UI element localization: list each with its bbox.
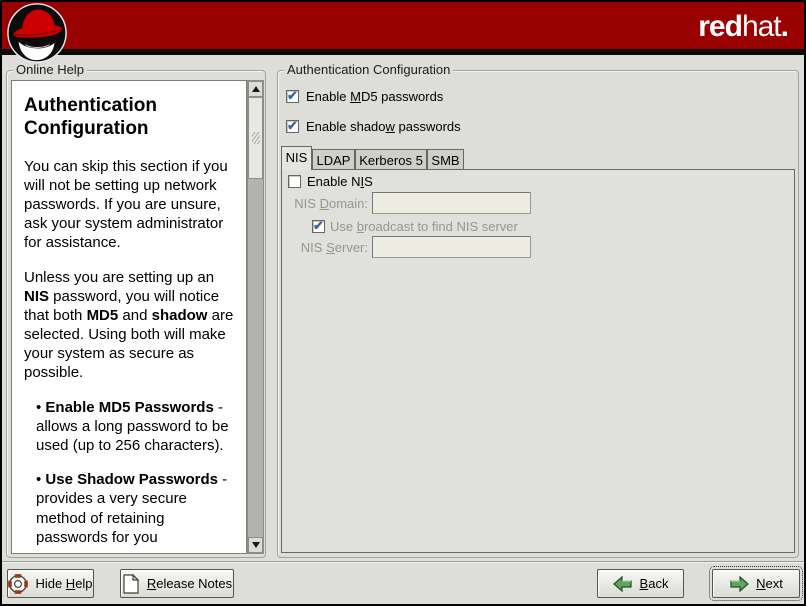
tab-ldap[interactable]: LDAP [312,149,355,170]
life-preserver-icon [8,574,28,594]
nis-domain-label: NIS Domain: [292,196,368,211]
wordmark-red: red [698,10,742,43]
online-help-frame-label: Online Help [13,62,87,77]
brand-header-bar [2,2,804,49]
help-content: Authentication Configuration You can ski… [12,81,246,554]
scrollbar-thumb[interactable] [248,97,263,179]
help-bullet-shadow: • Use Shadow Passwords - provides a very… [36,470,234,547]
help-bullet-md5: • Enable MD5 Passwords - allows a long p… [36,398,234,456]
redhat-wordmark: redhat. [698,10,788,44]
scroll-down-button[interactable] [248,537,263,553]
online-help-frame: Online Help Authentication Configuration… [6,70,266,558]
nis-tab-panel: Enable NIS NIS Domain: Use broadcast to … [281,169,795,553]
scroll-up-arrow-icon [252,86,260,92]
header-divider [2,49,804,55]
wordmark-hat: hat [742,10,781,43]
nis-domain-input[interactable] [372,192,531,214]
hide-help-button[interactable]: Hide Help [7,569,94,598]
help-paragraph: Unless you are setting up an NIS passwor… [24,268,234,383]
back-arrow-icon [613,576,633,592]
enable-shadow-label[interactable]: Enable shadow passwords [306,119,461,134]
release-notes-button[interactable]: Release Notes [120,569,234,598]
enable-shadow-checkbox[interactable] [286,120,299,133]
enable-nis-label[interactable]: Enable NIS [307,174,373,189]
hide-help-label: Hide Help [35,576,92,591]
use-broadcast-label[interactable]: Use broadcast to find NIS server [330,219,518,234]
scroll-up-button[interactable] [248,81,263,97]
next-label: Next [756,576,783,591]
enable-md5-label[interactable]: Enable MD5 passwords [306,89,443,104]
redhat-shadowman-logo-icon [6,2,68,64]
next-button[interactable]: Next [712,569,800,598]
next-arrow-icon [729,576,749,592]
help-scrollbar[interactable] [247,80,264,554]
scroll-down-arrow-icon [252,542,260,548]
enable-md5-checkbox[interactable] [286,90,299,103]
back-label: Back [640,576,669,591]
help-paragraph: You can skip this section if you will no… [24,157,234,253]
authentication-configuration-frame: Authentication Configuration Enable MD5 … [277,70,799,558]
installer-window: redhat. Online Help Authentication Confi… [0,0,806,606]
back-button[interactable]: Back [597,569,684,598]
enable-nis-checkbox[interactable] [288,175,301,188]
help-title: Authentication Configuration [24,95,234,141]
footer-separator [2,561,804,563]
nis-server-input[interactable] [372,236,531,258]
tab-nis[interactable]: NIS [281,146,312,170]
tab-kerberos5[interactable]: Kerberos 5 [355,149,427,170]
release-notes-label: Release Notes [147,576,232,591]
document-icon [122,574,140,594]
auth-frame-label: Authentication Configuration [284,62,453,77]
nis-server-label: NIS Server: [292,240,368,255]
use-broadcast-checkbox[interactable] [312,220,325,233]
help-text-viewport: Authentication Configuration You can ski… [11,80,247,554]
wordmark-dot: . [781,10,788,43]
tab-smb[interactable]: SMB [427,149,464,170]
